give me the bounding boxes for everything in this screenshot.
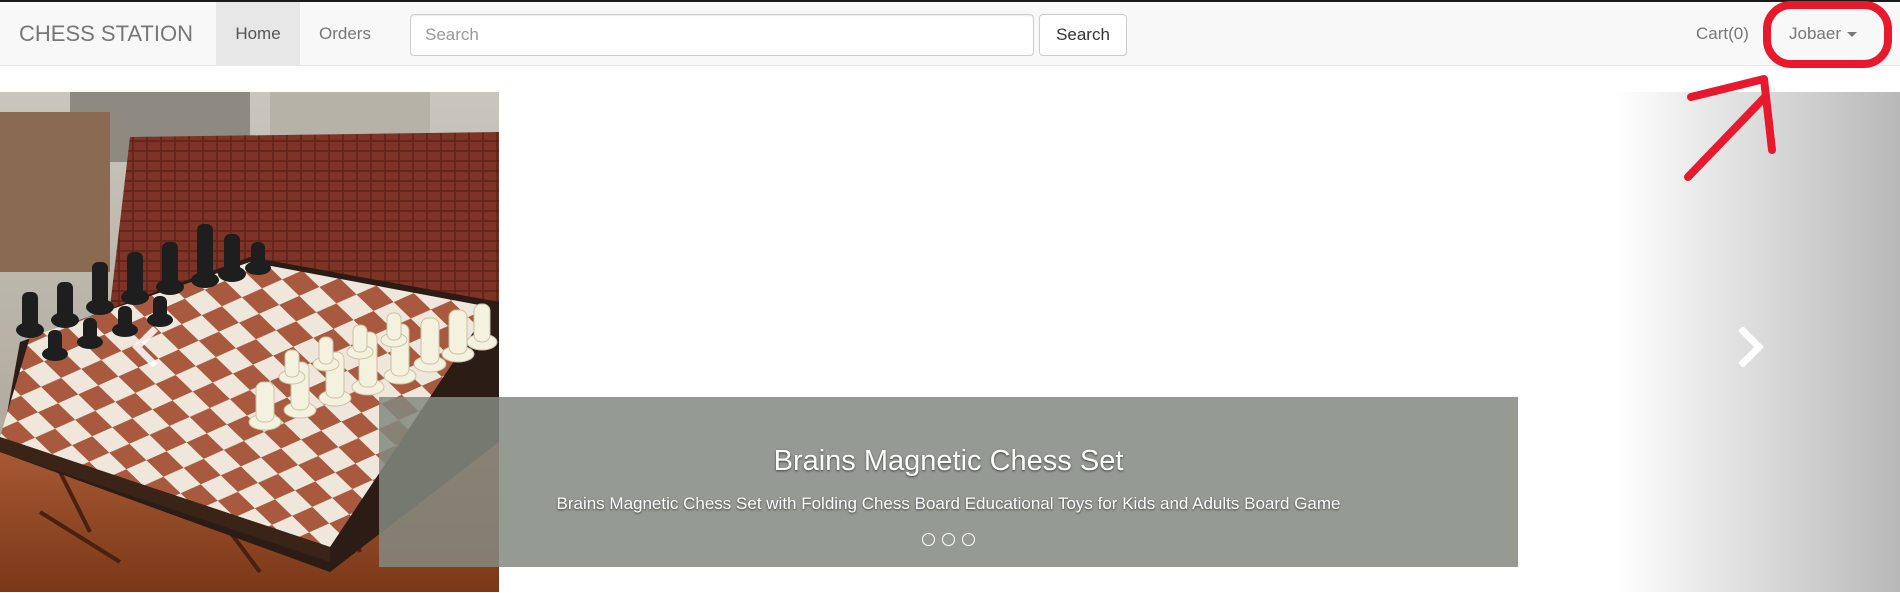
carousel-next-button[interactable]: [1731, 327, 1771, 367]
nav-home[interactable]: Home: [216, 2, 300, 66]
chevron-left-icon: [132, 327, 158, 367]
carousel-caption: Brains Magnetic Chess Set Brains Magneti…: [379, 397, 1518, 567]
caption-title: Brains Magnetic Chess Set: [773, 445, 1124, 477]
carousel-indicator-3[interactable]: [962, 533, 975, 546]
brand-link[interactable]: CHESS STATION: [19, 2, 193, 66]
carousel-indicator-1[interactable]: [922, 533, 935, 546]
user-name: Jobaer: [1789, 24, 1841, 43]
carousel-indicator-2[interactable]: [942, 533, 955, 546]
carousel-indicators: [379, 533, 1518, 546]
search-input[interactable]: [410, 14, 1034, 56]
user-dropdown[interactable]: Jobaer: [1773, 2, 1871, 66]
navbar: CHESS STATION Home Orders Search Cart(0)…: [0, 2, 1900, 66]
cart-link[interactable]: Cart(0): [1683, 2, 1762, 66]
caption-text: Brains Magnetic Chess Set with Folding C…: [556, 494, 1341, 513]
caret-down-icon: [1846, 32, 1857, 38]
nav-orders[interactable]: Orders: [300, 2, 390, 66]
chevron-right-icon: [1738, 327, 1764, 367]
carousel-prev-button[interactable]: [125, 327, 165, 367]
product-carousel: Brains Magnetic Chess Set Brains Magneti…: [0, 92, 1900, 592]
search-button[interactable]: Search: [1039, 14, 1127, 56]
